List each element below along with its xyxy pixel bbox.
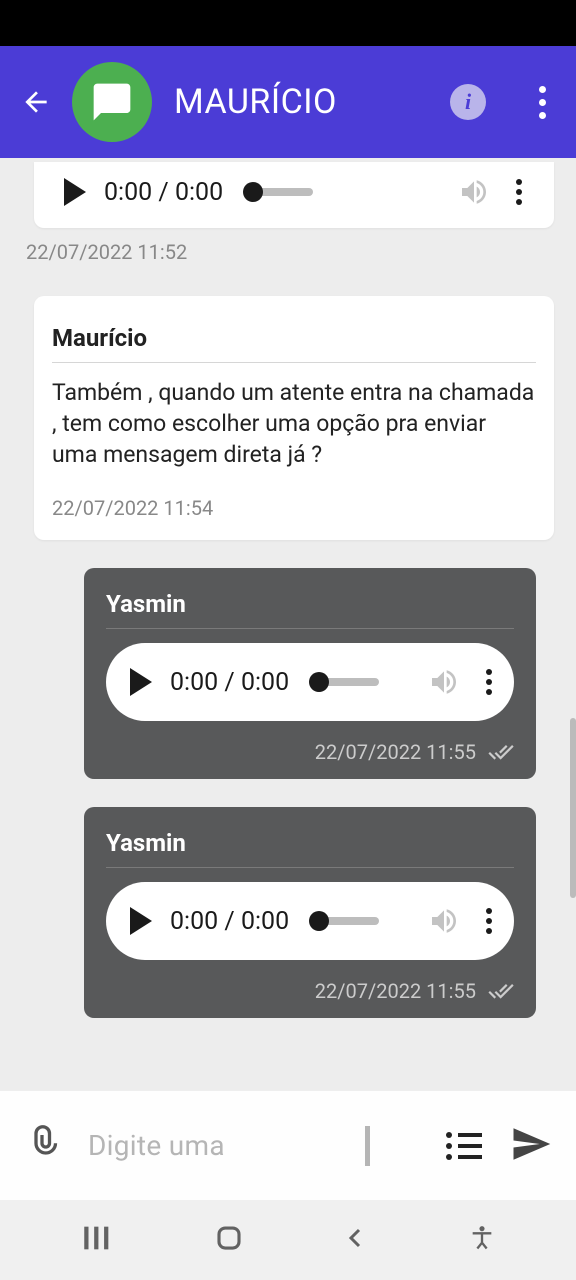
audio-track[interactable] (313, 917, 379, 925)
contact-title: MAURÍCIO (174, 82, 428, 122)
play-icon[interactable] (130, 907, 152, 935)
header-more-button[interactable] (526, 86, 558, 119)
audio-time: 0:00 / 0:00 (170, 668, 289, 697)
divider (52, 362, 536, 363)
sender-name: Yasmin (106, 582, 514, 628)
audio-player[interactable]: 0:00 / 0:00 (106, 882, 514, 960)
nav-home[interactable] (214, 1223, 244, 1257)
audio-player[interactable]: 0:00 / 0:00 (106, 643, 514, 721)
message-incoming-text: Maurício Também , quando um atente entra… (34, 296, 554, 540)
sender-name: Maurício (52, 310, 536, 362)
message-incoming-audio: 0:00 / 0:00 (34, 162, 554, 228)
send-button[interactable] (510, 1123, 552, 1169)
message-timestamp: 22/07/2022 11:55 (315, 740, 476, 764)
play-icon[interactable] (64, 178, 86, 206)
chat-scroll-area[interactable]: 0:00 / 0:00 22/07/2022 11:52 Maurício Ta… (0, 158, 576, 1090)
audio-time: 0:00 / 0:00 (170, 907, 289, 936)
chat-header: MAURÍCIO i (0, 46, 576, 158)
paperclip-icon (24, 1124, 60, 1164)
nav-recents[interactable] (80, 1223, 114, 1257)
audio-player[interactable]: 0:00 / 0:00 (52, 162, 536, 222)
read-receipt-icon (488, 978, 514, 1004)
audio-more-button[interactable] (484, 669, 494, 695)
status-bar (0, 0, 576, 46)
message-input-bar: Digite uma (0, 1090, 576, 1200)
audio-time: 0:00 / 0:00 (104, 178, 223, 207)
audio-track[interactable] (247, 188, 313, 196)
text-cursor (365, 1126, 370, 1166)
scrollbar[interactable] (570, 718, 576, 898)
back-button[interactable] (18, 84, 54, 120)
quick-replies-button[interactable] (446, 1132, 482, 1160)
volume-icon[interactable] (428, 905, 460, 937)
read-receipt-icon (488, 739, 514, 765)
divider (106, 628, 514, 629)
contact-avatar[interactable] (72, 62, 152, 142)
message-timestamp: 22/07/2022 11:52 (0, 228, 576, 278)
input-placeholder: Digite uma (88, 1129, 225, 1162)
message-timestamp: 22/07/2022 11:55 (315, 979, 476, 1003)
nav-back[interactable] (344, 1223, 368, 1257)
message-timestamp: 22/07/2022 11:54 (52, 484, 536, 534)
message-outgoing-audio: Yasmin 0:00 / 0:00 22/07/2022 11:55 (84, 807, 536, 1018)
audio-knob[interactable] (309, 672, 329, 692)
play-icon[interactable] (130, 668, 152, 696)
audio-more-button[interactable] (484, 908, 494, 934)
audio-knob[interactable] (309, 911, 329, 931)
audio-knob[interactable] (243, 182, 263, 202)
android-nav-bar (0, 1200, 576, 1280)
arrow-left-icon (20, 86, 52, 118)
volume-icon[interactable] (458, 176, 490, 208)
send-icon (510, 1123, 552, 1165)
chat-bubble-icon (90, 80, 134, 124)
audio-track[interactable] (313, 678, 379, 686)
sender-name: Yasmin (106, 821, 514, 867)
audio-more-button[interactable] (514, 179, 524, 205)
divider (106, 867, 514, 868)
attach-button[interactable] (24, 1124, 60, 1168)
nav-accessibility[interactable] (468, 1223, 496, 1257)
message-body: Também , quando um atente entra na chama… (52, 377, 536, 484)
message-outgoing-audio: Yasmin 0:00 / 0:00 22/07/2022 11:55 (84, 568, 536, 779)
message-input[interactable]: Digite uma (88, 1126, 418, 1166)
info-button[interactable]: i (450, 84, 486, 120)
volume-icon[interactable] (428, 666, 460, 698)
